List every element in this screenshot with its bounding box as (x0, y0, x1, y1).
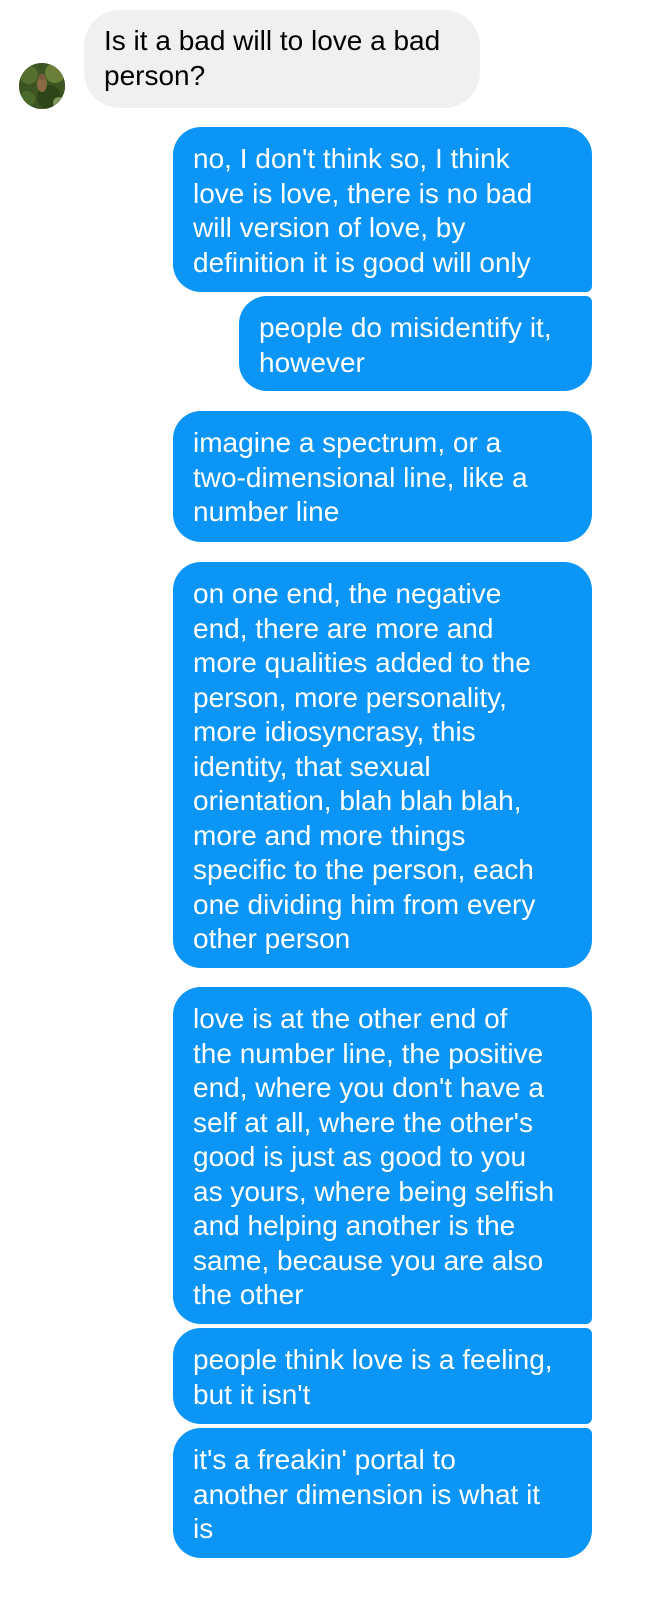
contact-avatar-photo-icon (19, 63, 65, 109)
message-bubble-outgoing-4[interactable]: on one end, the negative end, there are … (173, 562, 592, 968)
message-bubble-outgoing-6[interactable]: people think love is a feeling, but it i… (173, 1328, 592, 1424)
message-bubble-incoming-1[interactable]: Is it a bad will to love a bad person? (84, 10, 480, 108)
message-bubble-outgoing-3[interactable]: imagine a spectrum, or a two-dimensional… (173, 411, 592, 542)
message-bubble-outgoing-1[interactable]: no, I don't think so, I think love is lo… (173, 127, 592, 292)
message-bubble-outgoing-5[interactable]: love is at the other end of the number l… (173, 987, 592, 1324)
message-thread: Is it a bad will to love a bad person? n… (0, 0, 648, 1611)
contact-avatar[interactable] (19, 63, 65, 109)
message-bubble-outgoing-2[interactable]: people do misidentify it, however (239, 296, 592, 391)
message-bubble-outgoing-7[interactable]: it's a freakin' portal to another dimens… (173, 1428, 592, 1558)
